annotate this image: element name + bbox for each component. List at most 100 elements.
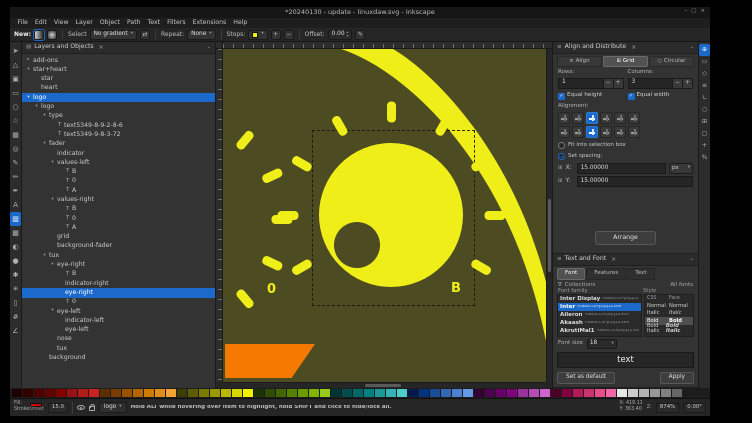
rows-decrement-button[interactable]: −: [604, 78, 614, 89]
palette-swatch[interactable]: [287, 389, 297, 397]
tab-circular[interactable]: ○ Circular: [649, 56, 694, 67]
layer-row[interactable]: TB: [22, 168, 215, 177]
chevron-down-icon[interactable]: ⌄: [206, 45, 211, 51]
edit-gradient-button[interactable]: ✎: [355, 30, 365, 40]
ruler-corner[interactable]: [216, 42, 223, 49]
horizontal-scrollbar[interactable]: [223, 382, 546, 388]
set-default-button[interactable]: Set as default: [557, 372, 615, 384]
font-row[interactable]: AkrutiMal1AaBbCcIiPpQq12369: [558, 327, 641, 335]
expander-icon[interactable]: ▾: [49, 263, 56, 268]
layer-row[interactable]: eye-right: [22, 288, 215, 297]
palette-swatch[interactable]: [584, 389, 594, 397]
spacing-y-input[interactable]: 15.00000: [577, 176, 693, 187]
palette-swatch[interactable]: [89, 389, 99, 397]
tab-text[interactable]: Text: [627, 268, 654, 280]
gradient-tool[interactable]: ▥: [10, 212, 21, 226]
horizontal-ruler[interactable]: [223, 42, 552, 49]
vertical-scrollbar[interactable]: [546, 49, 552, 382]
layer-row[interactable]: background: [22, 354, 215, 363]
palette-swatch[interactable]: [551, 389, 561, 397]
layer-row[interactable]: background-fader: [22, 242, 215, 251]
snap-global-icon[interactable]: ⊕: [699, 44, 710, 56]
arrange-button[interactable]: Arrange: [595, 231, 656, 245]
color-picker-tool[interactable]: ◐: [10, 240, 21, 254]
close-icon[interactable]: ×: [631, 45, 636, 51]
fill-stroke-indicator[interactable]: Fill: Stroke: Unset: [14, 402, 44, 413]
expander-icon[interactable]: ▾: [41, 254, 48, 259]
fit-selection-radio[interactable]: Fit into selection box: [553, 140, 698, 151]
layer-lock-icon[interactable]: [89, 406, 95, 411]
palette-swatch[interactable]: [232, 389, 242, 397]
palette-swatch[interactable]: [23, 389, 33, 397]
expander-icon[interactable]: ▾: [25, 96, 32, 101]
tab-features[interactable]: Features: [586, 268, 626, 280]
reverse-gradient-button[interactable]: ⇄: [140, 30, 150, 40]
tab-grid[interactable]: ⊞ Grid: [603, 56, 648, 67]
palette-swatch[interactable]: [166, 389, 176, 397]
palette-swatch[interactable]: [397, 389, 407, 397]
delete-stop-button[interactable]: −: [284, 30, 294, 40]
palette-swatch[interactable]: [243, 389, 253, 397]
snap-page-border-icon[interactable]: ▢: [699, 128, 710, 140]
connector-tool[interactable]: #: [10, 310, 21, 324]
spinner-arrows[interactable]: ▴ ▾: [347, 31, 349, 38]
snap-guides-icon[interactable]: ○: [699, 104, 710, 116]
palette-swatch[interactable]: [485, 389, 495, 397]
expander-icon[interactable]: ▾: [25, 68, 32, 73]
titlebar[interactable]: *20240130 - update - linuxdaw.svg - Inks…: [10, 7, 710, 18]
align-option-button[interactable]: [572, 112, 584, 124]
layer-row[interactable]: TB: [22, 270, 215, 279]
layer-row[interactable]: T0: [22, 214, 215, 223]
palette-swatch[interactable]: [78, 389, 88, 397]
equal-height-checkbox[interactable]: ✓ Equal height: [558, 93, 624, 100]
snap-midpoints-icon[interactable]: %: [699, 152, 710, 164]
apply-button[interactable]: Apply: [660, 372, 694, 384]
snap-bounding-box-icon[interactable]: ▭: [699, 56, 710, 68]
layer-row[interactable]: Ttext5349-9-8-3-72: [22, 130, 215, 139]
palette-swatch[interactable]: [309, 389, 319, 397]
tab-font[interactable]: Font: [557, 268, 585, 280]
palette-swatch[interactable]: [496, 389, 506, 397]
spray-tool[interactable]: ✳: [10, 282, 21, 296]
layer-row[interactable]: nose: [22, 335, 215, 344]
menu-path[interactable]: Path: [123, 20, 144, 26]
menu-extensions[interactable]: Extensions: [189, 20, 230, 26]
vertical-scrollbar-thumb[interactable]: [548, 199, 551, 272]
palette-swatch[interactable]: [67, 389, 77, 397]
pen-tool[interactable]: ✏: [10, 170, 21, 184]
menu-object[interactable]: Object: [96, 20, 123, 26]
hamburger-icon[interactable]: ≡: [557, 45, 562, 51]
palette-swatch[interactable]: [331, 389, 341, 397]
palette-swatch[interactable]: [133, 389, 143, 397]
palette-swatch[interactable]: [276, 389, 286, 397]
minimize-button[interactable]: –: [684, 9, 687, 15]
palette-swatch[interactable]: [529, 389, 539, 397]
palette-swatch[interactable]: [463, 389, 473, 397]
layer-row[interactable]: indicator-right: [22, 279, 215, 288]
align-option-button[interactable]: [572, 126, 584, 138]
columns-increment-button[interactable]: +: [683, 78, 693, 89]
font-list[interactable]: Inter DisplayAaBbCcIiPpQq12369InterAaBbC…: [557, 294, 642, 337]
horizontal-scrollbar-thumb[interactable]: [365, 384, 401, 387]
palette-swatch[interactable]: [430, 389, 440, 397]
palette-swatch[interactable]: [56, 389, 66, 397]
align-option-button[interactable]: [558, 112, 570, 124]
box-3d-tool[interactable]: ▦: [10, 128, 21, 142]
vertical-ruler[interactable]: [216, 49, 223, 382]
palette-swatch[interactable]: [441, 389, 451, 397]
palette-swatch[interactable]: [364, 389, 374, 397]
snap-nodes-icon[interactable]: ◇: [699, 68, 710, 80]
columns-decrement-button[interactable]: −: [673, 78, 683, 89]
palette-swatch[interactable]: [221, 389, 231, 397]
calligraphy-tool[interactable]: ✒: [10, 184, 21, 198]
expander-icon[interactable]: ▾: [41, 114, 48, 119]
expander-icon[interactable]: ▾: [49, 161, 56, 166]
palette-swatch[interactable]: [122, 389, 132, 397]
menu-help[interactable]: Help: [230, 20, 251, 26]
layer-row[interactable]: ▾logo: [22, 93, 215, 102]
snap-intersections-icon[interactable]: +: [699, 140, 710, 152]
node-editor-tool[interactable]: △: [10, 58, 21, 72]
canvas-drawing[interactable]: 0 B: [223, 49, 546, 382]
offset-spinner[interactable]: 0.00 ▴ ▾: [328, 30, 353, 40]
layer-row[interactable]: ▾logo: [22, 102, 215, 111]
